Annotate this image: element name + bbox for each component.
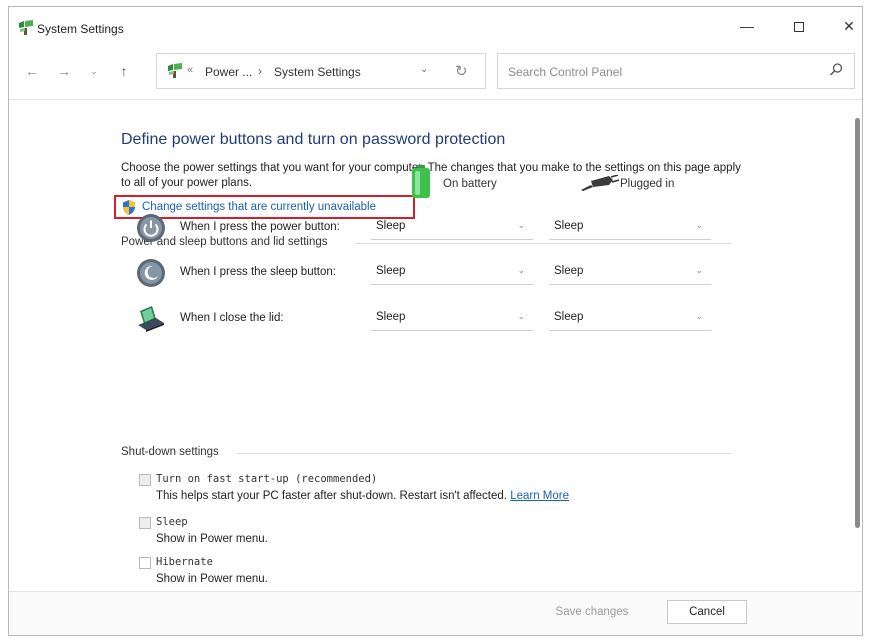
dropdown-value: Sleep [376, 311, 406, 323]
section-divider [355, 243, 731, 244]
fast-startup-checkbox[interactable] [139, 474, 151, 486]
back-button[interactable]: ← [21, 60, 43, 82]
chevron-down-icon: ⌄ [517, 265, 525, 275]
search-placeholder: Search Control Panel [508, 65, 623, 79]
window-title: System Settings [37, 22, 124, 36]
cancel-button[interactable]: Cancel [667, 600, 747, 624]
dropdown-value: Sleep [554, 311, 584, 323]
dropdown-value: Sleep [554, 220, 584, 232]
chevron-down-icon: ⌄ [695, 220, 703, 230]
breadcrumb-power[interactable]: Power ... [205, 65, 252, 79]
page-title: Define power buttons and turn on passwor… [121, 131, 506, 148]
save-changes-button[interactable]: Save changes [552, 600, 632, 624]
maximize-icon [794, 22, 804, 33]
fast-startup-desc-text: This helps start your PC faster after sh… [156, 490, 507, 502]
system-settings-window: System Settings — ✕ ← → ⌄ ↑ « Power ... … [8, 6, 863, 636]
change-settings-link[interactable]: Change settings that are currently unava… [142, 201, 376, 213]
close-button[interactable]: ✕ [829, 13, 869, 39]
breadcrumb-separator[interactable]: › [258, 64, 262, 78]
fast-startup-label: Turn on fast start-up (recommended) [156, 473, 378, 485]
vertical-scrollbar[interactable] [855, 118, 860, 528]
content-area: Define power buttons and turn on passwor… [9, 99, 862, 589]
maximize-button[interactable] [779, 13, 819, 39]
column-plugged-in: Plugged in [620, 178, 675, 190]
search-input[interactable]: Search Control Panel [497, 53, 855, 89]
hibernate-option-label: Hibernate [156, 556, 213, 568]
dropdown-value: Sleep [554, 265, 584, 277]
address-bar[interactable]: « Power ... › System Settings ⌄ ↻ [156, 53, 486, 89]
sleep-button-icon [137, 259, 165, 287]
sleep-button-plugged-select[interactable]: Sleep ⌄ [549, 259, 711, 285]
learn-more-link[interactable]: Learn More [510, 490, 569, 502]
control-panel-icon [19, 20, 33, 35]
laptop-lid-icon [138, 306, 164, 332]
footer-bar: Save changes Cancel [9, 591, 862, 635]
address-dropdown-button[interactable]: ⌄ [420, 64, 428, 75]
breadcrumb-overflow[interactable]: « [187, 64, 193, 76]
power-button-battery-select[interactable]: Sleep ⌄ [371, 214, 533, 240]
chevron-down-icon: ⌄ [695, 311, 703, 321]
sleep-checkbox[interactable] [139, 517, 151, 529]
search-icon[interactable] [828, 62, 844, 78]
chevron-down-icon: ⌄ [517, 220, 525, 230]
section-divider [237, 453, 731, 454]
chevron-down-icon: ⌄ [695, 265, 703, 275]
breadcrumb-system-settings[interactable]: System Settings [274, 65, 361, 79]
fast-startup-description: This helps start your PC faster after sh… [156, 490, 569, 502]
minimize-button[interactable]: — [727, 13, 767, 39]
close-lid-label: When I close the lid: [180, 312, 284, 324]
sleep-option-label: Sleep [156, 516, 188, 528]
title-bar: System Settings — ✕ [9, 7, 862, 45]
recent-locations-button[interactable]: ⌄ [83, 60, 105, 82]
up-button[interactable]: ↑ [113, 60, 135, 82]
power-button-icon [137, 214, 165, 242]
sleep-button-label: When I press the sleep button: [180, 266, 336, 278]
battery-icon [412, 165, 430, 198]
navigation-bar: ← → ⌄ ↑ « Power ... › System Settings ⌄ … [9, 47, 862, 97]
hibernate-option-description: Show in Power menu. [156, 573, 268, 585]
shutdown-section-label: Shut-down settings [121, 446, 219, 458]
close-lid-battery-select[interactable]: Sleep ⌄ [371, 305, 533, 331]
hibernate-checkbox[interactable] [139, 557, 151, 569]
power-button-label: When I press the power button: [180, 221, 340, 233]
power-plug-icon [581, 175, 619, 191]
chevron-down-icon: ⌄ [517, 311, 525, 321]
close-lid-plugged-select[interactable]: Sleep ⌄ [549, 305, 711, 331]
uac-shield-icon [123, 200, 135, 215]
dropdown-value: Sleep [376, 220, 406, 232]
forward-button[interactable]: → [53, 60, 75, 82]
sleep-option-description: Show in Power menu. [156, 533, 268, 545]
power-button-plugged-select[interactable]: Sleep ⌄ [549, 214, 711, 240]
sleep-button-battery-select[interactable]: Sleep ⌄ [371, 259, 533, 285]
control-panel-icon [168, 63, 182, 78]
refresh-button[interactable]: ↻ [455, 62, 468, 80]
column-on-battery: On battery [443, 178, 497, 190]
dropdown-value: Sleep [376, 265, 406, 277]
